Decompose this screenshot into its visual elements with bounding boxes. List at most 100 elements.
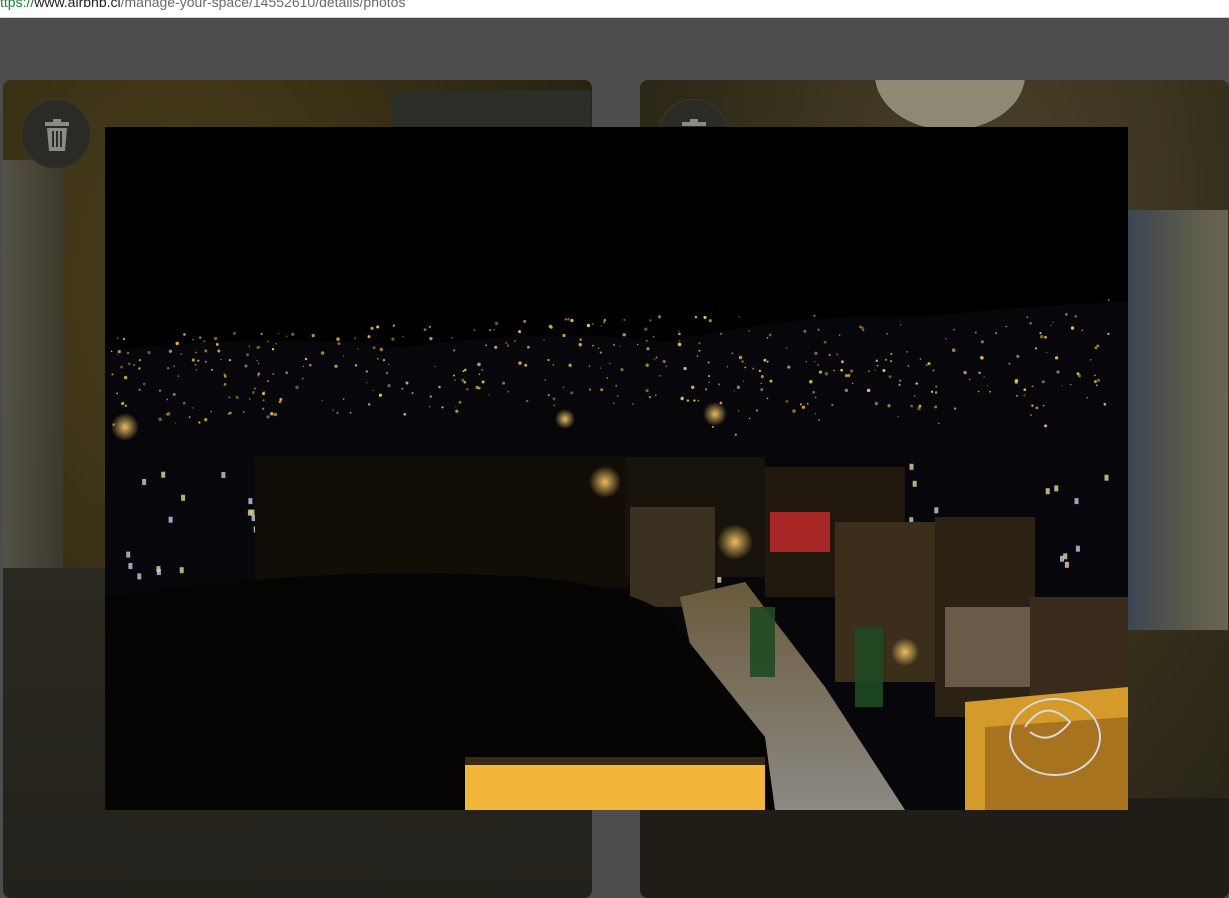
city-light (173, 365, 175, 368)
city-light (622, 333, 626, 337)
city-light (977, 390, 980, 393)
city-light (932, 369, 935, 372)
city-light (890, 352, 893, 356)
city-light (1023, 388, 1027, 392)
city-light (963, 370, 967, 375)
city-light (886, 332, 889, 335)
city-light (609, 362, 611, 365)
city-light (717, 383, 721, 386)
city-light (192, 338, 194, 341)
night-city-photo (105, 127, 1128, 810)
city-light (452, 349, 456, 352)
city-light (253, 387, 256, 390)
city-light (1052, 321, 1054, 323)
city-light (741, 360, 744, 363)
browser-address-bar[interactable]: ttps://www.airbnb.cl/manage-your-space/1… (0, 0, 1229, 18)
city-light (481, 368, 484, 371)
city-light (506, 344, 510, 347)
city-light (579, 338, 583, 341)
city-light (588, 388, 592, 391)
city-light (278, 332, 280, 335)
city-light (505, 341, 508, 345)
city-light (365, 381, 368, 384)
city-light (1093, 380, 1097, 384)
city-light (742, 380, 745, 383)
city-light (935, 385, 938, 388)
city-light (228, 358, 232, 362)
delete-photo-button[interactable] (21, 99, 91, 169)
city-light (707, 361, 710, 364)
city-light (719, 332, 723, 335)
city-light (488, 394, 490, 396)
city-light (455, 409, 459, 413)
window-light (128, 563, 133, 569)
city-light (592, 323, 594, 325)
city-light (191, 358, 195, 362)
city-light (518, 361, 522, 365)
city-light (833, 369, 835, 372)
city-light (199, 336, 202, 339)
city-light (564, 318, 568, 321)
city-light (116, 392, 119, 395)
city-light (787, 365, 791, 369)
city-light (513, 340, 516, 343)
city-light (304, 357, 308, 361)
city-light (423, 328, 427, 332)
city-light (195, 351, 197, 354)
city-light (898, 379, 902, 382)
city-light (251, 391, 255, 394)
city-light (803, 329, 807, 333)
city-light (370, 326, 374, 330)
city-light (974, 331, 977, 334)
city-light (748, 330, 750, 332)
city-light (279, 399, 282, 401)
city-light (1061, 385, 1063, 387)
city-light (477, 362, 481, 367)
city-light (451, 337, 453, 339)
city-light (748, 417, 751, 420)
city-light (603, 318, 607, 322)
window-light (168, 516, 173, 523)
city-light (917, 406, 921, 411)
city-light (147, 351, 151, 355)
city-light (752, 367, 755, 370)
city-light (466, 388, 469, 391)
city-light (1070, 384, 1072, 386)
city-light (600, 388, 604, 392)
window-light (221, 472, 226, 478)
city-light (321, 399, 324, 402)
city-light (273, 412, 278, 417)
city-light (1054, 356, 1059, 360)
city-light (507, 390, 510, 393)
city-light (336, 337, 340, 341)
window-light (1104, 474, 1109, 481)
photo-lightbox[interactable] (105, 127, 1128, 810)
city-light (817, 419, 820, 421)
city-light (919, 358, 922, 360)
city-light (391, 337, 395, 341)
city-light (138, 367, 141, 370)
city-light (951, 348, 956, 352)
city-light (165, 413, 169, 416)
city-light (1042, 404, 1045, 407)
city-light (256, 359, 258, 362)
city-light (866, 388, 871, 393)
city-light (619, 345, 621, 348)
city-light (785, 347, 788, 349)
city-light (434, 365, 436, 368)
url-text[interactable]: ttps://www.airbnb.cl/manage-your-space/1… (0, 0, 405, 10)
city-light (648, 395, 652, 399)
city-light (488, 328, 492, 332)
city-light (194, 363, 197, 366)
city-light (266, 379, 270, 383)
city-light (814, 413, 817, 415)
city-light (989, 390, 991, 393)
city-light (645, 363, 649, 367)
city-light (518, 330, 522, 334)
window-light (1060, 555, 1064, 562)
city-light (937, 422, 940, 425)
city-light (678, 340, 681, 342)
city-light (142, 382, 146, 386)
city-light (458, 400, 462, 404)
city-light (708, 381, 711, 384)
